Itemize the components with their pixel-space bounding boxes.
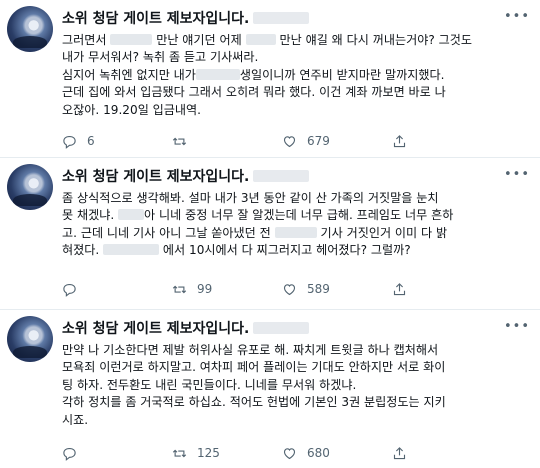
retweet-icon xyxy=(172,449,187,457)
redacted-text xyxy=(118,209,145,221)
tweet-actions: 125 680 xyxy=(62,444,492,462)
share-icon xyxy=(393,446,406,459)
more-options-icon[interactable]: ••• xyxy=(504,167,530,182)
tweet-line: 모욕죄 이런거로 하지말고. 여차피 페어 플레이는 기대도 안하지만 서로 화… xyxy=(62,360,446,375)
share-icon xyxy=(393,282,406,295)
reply-button[interactable] xyxy=(62,444,87,462)
blurred-handle xyxy=(253,322,310,334)
tweet-line: 그러면서 만난 얘기던 어제 만난 얘길 왜 다시 꺼내는거야? 그것도 xyxy=(62,33,473,47)
retweet-count: 125 xyxy=(197,446,220,460)
tweet-line: 심지어 녹취엔 없지만 내가 생일이니까 연주비 받지마란 말까지했다. xyxy=(62,67,445,82)
tweet-header: 소위 청담 게이트 제보자입니다. xyxy=(62,10,510,28)
tweet-line: 근데 집에 와서 입금됐다 그래서 오히려 뭐라 했다. 이건 계좌 까보면 바… xyxy=(62,85,446,100)
tweet-text: 그러면서 만난 얘기던 어제 만난 얘길 왜 다시 꺼내는거야? 그것도내가 무… xyxy=(62,32,517,119)
share-button[interactable] xyxy=(392,444,407,462)
tweet-line: 못 채겠냐. 아 니네 중정 너무 잘 알겠는데 너무 급해. 프레임도 너무 … xyxy=(62,208,454,223)
tweet-actions: 6 679 xyxy=(62,132,492,150)
reply-icon xyxy=(63,283,76,297)
tweet-line: 만약 나 기소한다면 제발 허위사실 유포로 해. 짜치게 트윗글 하나 캡처해… xyxy=(62,343,439,357)
tweet-line: 좀 상식적으로 생각해봐. 설마 내가 3년 동안 같이 산 가족의 거짓말을 … xyxy=(62,191,439,205)
reply-icon xyxy=(63,447,76,461)
heart-icon xyxy=(283,135,296,147)
tweet-line: 혀졌다. 에서 10시에서 다 찌그러지고 헤어졌다? 그럴까? xyxy=(62,243,411,258)
tweet-text: 만약 나 기소한다면 제발 허위사실 유포로 해. 짜치게 트윗글 하나 캡처해… xyxy=(62,342,517,429)
avatar[interactable] xyxy=(7,164,53,210)
like-count: 680 xyxy=(307,446,330,460)
tweet-2[interactable]: 소위 청담 게이트 제보자입니다. ••• 좀 상식적으로 생각해봐. 설마 내… xyxy=(0,158,540,310)
tweet-line: 각하 정치를 좀 거국적로 하십쇼. 적어도 헌법에 기본인 3권 분립정도는 … xyxy=(62,395,446,410)
like-button[interactable]: 589 xyxy=(282,280,330,298)
avatar[interactable] xyxy=(7,6,53,52)
retweet-icon xyxy=(172,285,187,293)
heart-icon xyxy=(283,447,296,459)
redacted-text xyxy=(110,34,153,45)
reply-button[interactable]: 6 xyxy=(62,132,95,150)
author-name[interactable]: 소위 청담 게이트 제보자입니다. xyxy=(62,321,249,337)
tweet-actions: 99 589 xyxy=(62,280,492,298)
share-button[interactable] xyxy=(392,132,407,150)
avatar[interactable] xyxy=(7,316,53,362)
author-name[interactable]: 소위 청담 게이트 제보자입니다. xyxy=(62,169,249,185)
retweet-icon xyxy=(172,137,187,145)
redacted-text xyxy=(274,226,317,238)
tweet-line: 고. 근데 니네 기사 아니 그날 쏟아냈던 전 기사 거짓인거 이미 다 밝 xyxy=(62,225,448,240)
share-button[interactable] xyxy=(392,280,407,298)
redacted-text xyxy=(103,244,160,256)
tweet-line: 팅 하자. 전두환도 내린 국민들이다. 니네를 무서워 하겠냐. xyxy=(62,377,357,392)
heart-icon xyxy=(283,283,296,295)
author-name[interactable]: 소위 청담 게이트 제보자입니다. xyxy=(62,11,249,27)
share-icon xyxy=(393,134,406,147)
more-options-icon[interactable]: ••• xyxy=(504,9,530,24)
blurred-handle xyxy=(253,170,310,182)
tweet-line: 내가 무서워서? 녹취 좀 듣고 기사써라. xyxy=(62,50,259,65)
like-button[interactable]: 679 xyxy=(282,132,330,150)
tweet-line: 오잖아. 19.20일 입금내역. xyxy=(62,102,202,117)
retweet-button[interactable]: 99 xyxy=(172,280,212,298)
tweet-header: 소위 청담 게이트 제보자입니다. xyxy=(62,320,510,338)
tweet-header: 소위 청담 게이트 제보자입니다. xyxy=(62,168,510,186)
reply-count: 6 xyxy=(87,134,95,148)
like-count: 679 xyxy=(307,134,330,148)
reply-icon xyxy=(63,135,76,149)
more-options-icon[interactable]: ••• xyxy=(504,319,530,334)
like-button[interactable]: 680 xyxy=(282,444,330,462)
retweet-button[interactable] xyxy=(172,132,197,150)
retweet-button[interactable]: 125 xyxy=(172,444,220,462)
blurred-handle xyxy=(253,12,310,24)
retweet-count: 99 xyxy=(197,282,213,296)
tweet-1[interactable]: 소위 청담 게이트 제보자입니다. ••• 그러면서 만난 얘기던 어제 만난 … xyxy=(0,0,540,158)
tweet-line: 시죠. xyxy=(62,412,89,427)
like-count: 589 xyxy=(307,282,330,296)
redacted-text xyxy=(245,34,276,45)
tweet-3[interactable]: 소위 청담 게이트 제보자입니다. ••• 만약 나 기소한다면 제발 허위사실… xyxy=(0,310,540,468)
tweet-text: 좀 상식적으로 생각해봐. 설마 내가 3년 동안 같이 산 가족의 거짓말을 … xyxy=(62,190,517,260)
reply-button[interactable] xyxy=(62,280,87,298)
redacted-text xyxy=(195,68,240,80)
